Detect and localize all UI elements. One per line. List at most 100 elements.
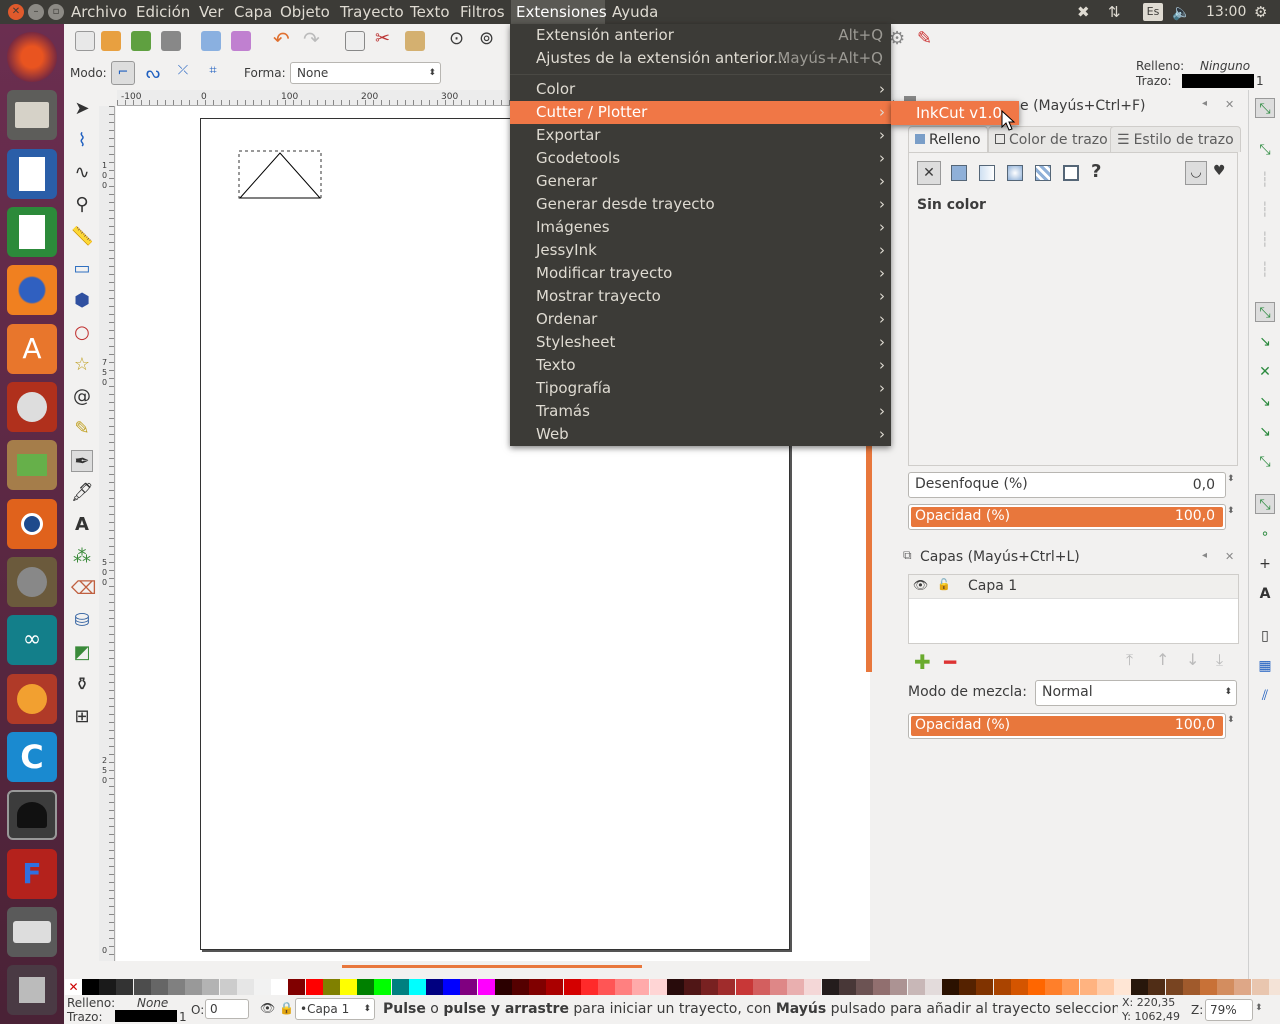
palette-swatch[interactable] [1010, 979, 1028, 995]
paint-bucket-tool-icon[interactable]: ⛁ [71, 610, 93, 632]
panel-close-icon[interactable]: ✕ [1225, 98, 1234, 111]
files-icon[interactable] [7, 90, 57, 140]
palette-swatch[interactable] [1062, 979, 1080, 995]
palette-swatch[interactable] [374, 979, 392, 995]
palette-swatch[interactable] [99, 979, 117, 995]
snap-bbox-midpoint-icon[interactable]: ┆ [1255, 230, 1275, 250]
snap-smooth-nodes-icon[interactable]: ↘ [1255, 422, 1275, 442]
palette-swatch[interactable] [460, 979, 478, 995]
software-center-icon[interactable]: A [7, 324, 57, 374]
palette-swatch[interactable] [804, 979, 822, 995]
unset-paint-icon[interactable]: ? [1091, 161, 1101, 182]
no-color-swatch[interactable]: ✕ [65, 979, 82, 995]
duplicate-icon[interactable] [345, 31, 365, 51]
lower-to-bottom-icon[interactable]: ⤓ [1216, 650, 1223, 670]
layer-opacity-slider[interactable]: Opacidad (%) 100,0 [908, 713, 1226, 739]
palette-swatch[interactable] [1200, 979, 1217, 995]
snap-bbox-corner-icon[interactable]: ┆ [1255, 200, 1275, 220]
spiro-mode-icon[interactable]: ᔓ [143, 63, 163, 83]
palette-swatch[interactable] [718, 979, 736, 995]
keyboard-layout-indicator[interactable]: Es [1143, 3, 1163, 21]
palette-swatch[interactable] [580, 979, 598, 995]
extensions-menu-item[interactable]: Modificar trayecto › [510, 262, 891, 285]
extensions-menu-item[interactable]: Exportar › [510, 124, 891, 147]
filezilla-icon[interactable]: F [7, 849, 57, 899]
star-tool-icon[interactable]: ☆ [71, 354, 93, 376]
calligraphy-tool-icon[interactable]: 🖋 [71, 482, 94, 504]
node-tool-icon[interactable]: ⌇ [71, 130, 93, 152]
palette-swatch[interactable] [632, 979, 650, 995]
palette-swatch[interactable] [1268, 979, 1280, 995]
extensions-menu-item[interactable]: Stylesheet › [510, 331, 891, 354]
palette-swatch[interactable] [82, 979, 99, 995]
visibility-eye-icon[interactable]: 👁 [913, 578, 928, 592]
extensions-menu-item[interactable]: Imágenes › [510, 216, 891, 239]
fill-rule-evenodd-icon[interactable]: ◡ [1185, 161, 1207, 185]
network-icon[interactable]: ⇅ [1108, 3, 1121, 21]
palette-swatch[interactable] [357, 979, 375, 995]
extensions-menu-item[interactable]: Texto › [510, 354, 891, 377]
palette-swatch[interactable] [649, 979, 667, 995]
lower-layer-icon[interactable]: ↓ [1186, 650, 1199, 669]
menu-archivo[interactable]: Archivo [66, 0, 132, 24]
palette-swatch[interactable] [546, 979, 564, 995]
palette-swatch[interactable] [890, 979, 908, 995]
add-layer-icon[interactable]: ✚ [914, 650, 931, 674]
extensions-menu-item[interactable]: Mostrar trayecto › [510, 285, 891, 308]
rectangle-tool-icon[interactable]: ▭ [71, 258, 93, 280]
fill-indicator-value[interactable]: Ninguno [1200, 59, 1250, 73]
spin-arrows-icon[interactable]: ⬍ [1227, 474, 1235, 484]
fill-rule-nonzero-icon[interactable]: ♥ [1213, 163, 1226, 179]
palette-swatch[interactable] [907, 979, 925, 995]
menu-texto[interactable]: Texto [405, 0, 455, 24]
maximize-window-button[interactable]: ▫ [48, 4, 64, 20]
calc-icon[interactable] [7, 207, 57, 257]
printer-icon[interactable] [7, 907, 57, 957]
codeblocks-icon[interactable]: C [7, 732, 57, 782]
extensions-menu-item[interactable]: Extensión anterior Alt+Q [510, 24, 891, 47]
zoom-spin[interactable]: 79% [1205, 999, 1253, 1021]
extensions-menu-item[interactable]: Web › [510, 423, 891, 446]
palette-swatch[interactable] [735, 979, 753, 995]
panel-close-icon[interactable]: ✕ [1225, 550, 1234, 563]
palette-swatch[interactable] [838, 979, 856, 995]
tweak-tool-icon[interactable]: ∿ [71, 162, 93, 184]
stroke-indicator-swatch[interactable] [1182, 74, 1254, 88]
snap-rotation-center-icon[interactable]: + [1255, 554, 1275, 574]
palette-swatch[interactable] [133, 979, 151, 995]
extensions-menu-item[interactable]: Color › [510, 78, 891, 101]
tab-relleno[interactable]: Relleno [908, 126, 988, 152]
print-icon[interactable] [161, 31, 181, 51]
snap-page-border-icon[interactable]: ▯ [1255, 626, 1275, 646]
spin-arrows-icon[interactable]: ⬍ [1227, 715, 1235, 725]
palette-swatch[interactable] [477, 979, 495, 995]
volume-icon[interactable]: 🔈 [1172, 3, 1191, 21]
text-tool-icon[interactable]: A [71, 514, 93, 536]
linear-gradient-icon[interactable] [979, 165, 995, 181]
inkscape-icon[interactable] [7, 790, 57, 840]
extensions-menu-item[interactable]: Cutter / Plotter › [510, 101, 891, 124]
regular-bezier-mode-icon[interactable]: ⌐ [111, 61, 135, 85]
palette-swatch[interactable] [1045, 979, 1063, 995]
horizontal-scroll-thumb[interactable] [342, 965, 642, 968]
arduino-icon[interactable]: ∞ [7, 615, 57, 665]
palette-swatch[interactable] [993, 979, 1011, 995]
palette-swatch[interactable] [254, 979, 271, 995]
menu-filtros[interactable]: Filtros [455, 0, 510, 24]
palette-swatch[interactable] [185, 979, 203, 995]
zoom-selection-icon[interactable]: ⊙ [449, 29, 469, 49]
no-paint-icon[interactable]: ✕ [917, 161, 941, 185]
panel-iconify-icon[interactable]: ◂ [1202, 550, 1207, 561]
pattern-icon[interactable] [1063, 165, 1079, 181]
palette-swatch[interactable] [1217, 979, 1235, 995]
layer-lock-icon[interactable]: 🔒 [279, 1001, 294, 1015]
opacity-slider[interactable]: Opacidad (%) 100,0 [908, 504, 1226, 530]
snap-path-intersection-icon[interactable]: ✕ [1255, 362, 1275, 382]
power-gear-icon[interactable]: ⚙ [1254, 3, 1267, 21]
snap-cusp-nodes-icon[interactable]: ↘ [1255, 392, 1275, 412]
archive-manager-icon[interactable] [7, 440, 57, 490]
palette-swatch[interactable] [1165, 979, 1183, 995]
palette-swatch[interactable] [322, 979, 340, 995]
writer-icon[interactable] [7, 149, 57, 199]
palette-swatch[interactable] [512, 979, 529, 995]
